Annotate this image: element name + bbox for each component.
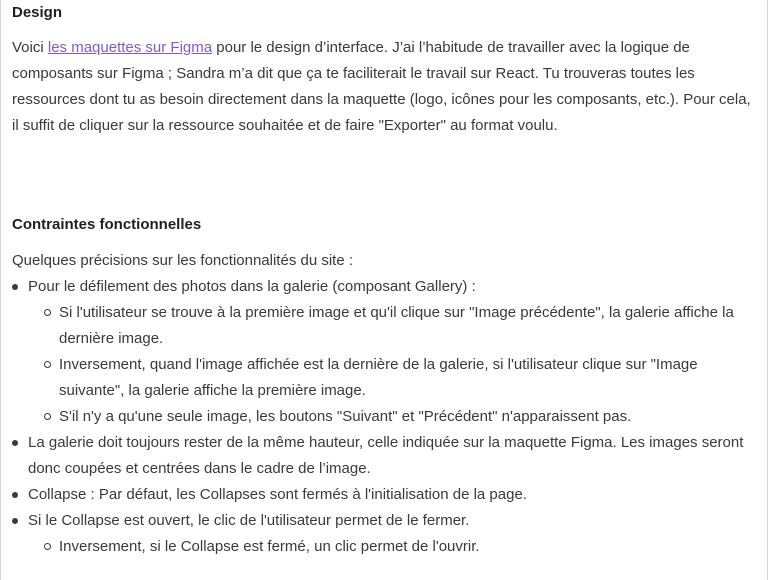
sub-list-item: Inversement, quand l'image affichée est … [28,352,758,404]
sub-list: Inversement, si le Collapse est fermé, u… [28,534,758,560]
contraintes-intro: Quelques précisions sur les fonctionnali… [12,252,354,269]
sub-list-item: Inversement, si le Collapse est fermé, u… [28,534,758,560]
list-item-text: Pour le défilement des photos dans la ga… [28,278,476,295]
design-heading: Design [12,4,63,21]
list-item-gallery-scroll: Pour le défilement des photos dans la ga… [12,274,758,430]
list-item-text: Collapse : Par défaut, les Collapses son… [28,486,527,503]
list-item-text: Si le Collapse est ouvert, le clic de l'… [28,512,470,529]
list-item-collapse-default: Collapse : Par défaut, les Collapses son… [12,482,758,508]
contraintes-list: Pour le défilement des photos dans la ga… [12,274,758,560]
sub-list-item: S'il n'y a qu'une seule image, les bouto… [28,404,758,430]
contraintes-heading: Contraintes fonctionnelles [12,216,202,233]
list-item-gallery-height: La galerie doit toujours rester de la mê… [12,430,758,482]
sub-list-item: Si l'utilisateur se trouve à la première… [28,300,758,352]
sub-list: Si l'utilisateur se trouve à la première… [28,300,758,430]
list-item-text: La galerie doit toujours rester de la mê… [28,434,744,477]
design-paragraph: Voici les maquettes sur Figma pour le de… [12,35,758,139]
list-item-collapse-open: Si le Collapse est ouvert, le clic de l'… [12,508,758,560]
figma-mockups-link[interactable]: les maquettes sur Figma [48,39,212,56]
design-text-before-link: Voici [12,39,48,56]
